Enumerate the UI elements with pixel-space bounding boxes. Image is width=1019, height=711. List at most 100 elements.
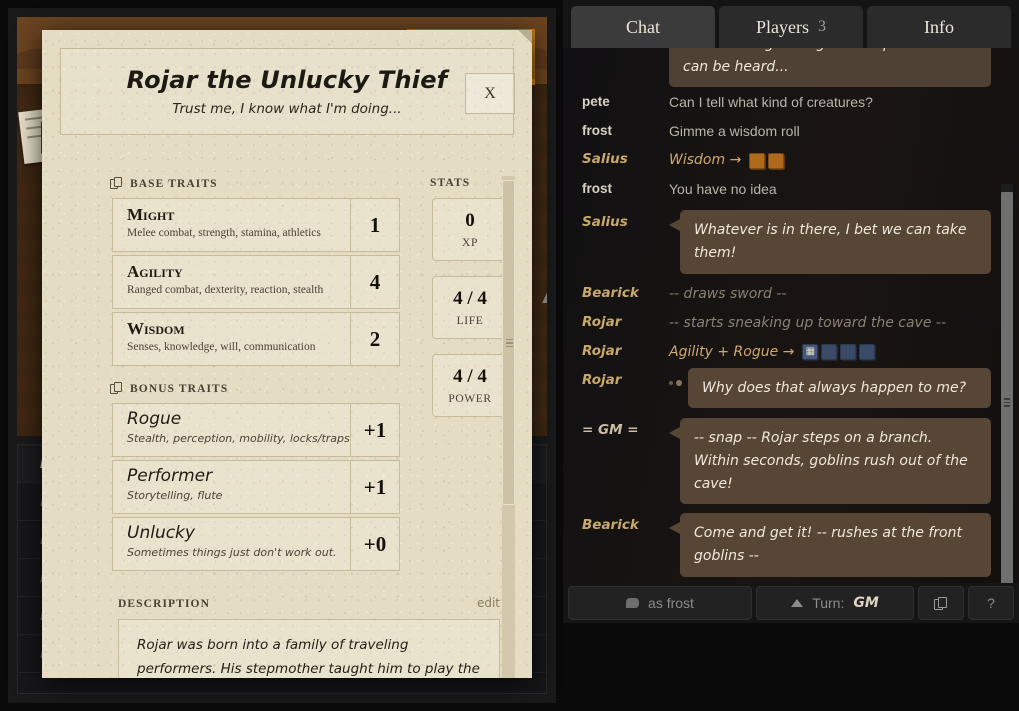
bubble-tail-icon xyxy=(669,427,680,440)
trait-row[interactable]: Performer Storytelling, flute +1 xyxy=(112,460,400,514)
stat-value: 4 / 4 xyxy=(453,288,487,309)
cards-icon xyxy=(110,382,123,395)
trait-value[interactable]: +1 xyxy=(350,403,400,457)
message-roll: Agility + Rogue → ▦ xyxy=(669,339,991,366)
message-bubble: Whatever is in there, I bet we can take … xyxy=(680,210,991,274)
chat-scrollbar-track[interactable] xyxy=(1001,184,1013,583)
chat-action-bar: as frost Turn: GM ? xyxy=(563,583,1019,623)
help-label: ? xyxy=(987,595,995,611)
scrollbar-grip-icon xyxy=(506,338,513,347)
speech-bubble-icon xyxy=(626,598,640,608)
stat-name: POWER xyxy=(448,393,492,405)
turn-value: GM xyxy=(853,595,879,611)
tab-info[interactable]: Info xyxy=(867,6,1011,48)
chat-message: Salius Whatever is in there, I bet we ca… xyxy=(573,210,991,274)
die-orange xyxy=(768,152,785,169)
trait-row[interactable]: Wisdom Senses, knowledge, will, communic… xyxy=(112,312,400,366)
die-blue xyxy=(859,344,876,361)
message-author: Salius xyxy=(582,151,628,168)
sheet-scrollbar-track[interactable] xyxy=(502,176,515,678)
trait-desc: Ranged combat, dexterity, reaction, stea… xyxy=(127,283,324,296)
trait-name: Wisdom xyxy=(127,319,185,338)
trait-info: Wisdom Senses, knowledge, will, communic… xyxy=(112,312,350,366)
right-panel: Chat Players 3 Info within. The growling… xyxy=(563,0,1019,711)
tab-label: Chat xyxy=(626,16,660,37)
tab-players[interactable]: Players 3 xyxy=(719,6,863,48)
chat-scroll-area[interactable]: within. The growling of multiple creatur… xyxy=(563,48,1019,583)
trait-value[interactable]: +0 xyxy=(350,517,400,571)
close-label: X xyxy=(484,84,496,102)
trait-row[interactable]: Unlucky Sometimes things just don't work… xyxy=(112,517,400,571)
message-author: = GM = xyxy=(582,422,639,439)
message-body: Come and get it! -- rushes at the front … xyxy=(669,513,991,577)
message-bubble: Why does that always happen to me? xyxy=(688,367,991,409)
chat-message: Rojar Agility + Rogue → ▦ xyxy=(573,339,991,366)
trait-row[interactable]: Rogue Stealth, perception, mobility, loc… xyxy=(112,403,400,457)
tab-chat[interactable]: Chat xyxy=(571,6,715,48)
base-traits-label-text: BASE TRAITS xyxy=(130,177,218,190)
trait-desc: Senses, knowledge, will, communication xyxy=(127,340,316,353)
character-name: Rojar the Unlucky Thief xyxy=(126,66,448,94)
trait-value[interactable]: 1 xyxy=(350,198,400,252)
description-header: DESCRIPTION edit xyxy=(118,596,500,610)
stat-box-power[interactable]: 4 / 4 POWER xyxy=(432,354,508,417)
bubble-tail-icon xyxy=(669,219,680,232)
trait-desc: Storytelling, flute xyxy=(127,488,223,502)
description-box[interactable]: Rojar was born into a family of travelin… xyxy=(118,619,500,678)
die-blue xyxy=(821,344,838,361)
trait-value[interactable]: +1 xyxy=(350,460,400,514)
dice-group xyxy=(749,152,785,169)
help-button[interactable]: ? xyxy=(968,586,1014,620)
message-text: You have no idea xyxy=(669,181,777,198)
chat-empty-area xyxy=(563,623,1019,711)
trait-info: Might Melee combat, strength, stamina, a… xyxy=(112,198,350,252)
cards-icon xyxy=(934,596,948,610)
chat-message: frost Gimme a wisdom roll xyxy=(573,118,991,145)
stat-box-life[interactable]: 4 / 4 LIFE xyxy=(432,276,508,339)
message-author: frost xyxy=(582,181,612,197)
message-body: Whatever is in there, I bet we can take … xyxy=(669,210,991,274)
description-label: DESCRIPTION xyxy=(118,598,210,610)
edit-description-button[interactable]: edit xyxy=(477,596,500,610)
panel-tabs: Chat Players 3 Info xyxy=(563,0,1019,48)
cards-button[interactable] xyxy=(918,586,964,620)
trait-name: Rogue xyxy=(127,409,182,429)
sheet-scrollbar-thumb[interactable] xyxy=(502,180,515,505)
message-author: frost xyxy=(582,123,612,139)
chat-message: pete Can I tell what kind of creatures? xyxy=(573,89,991,116)
chat-message: Rojar -- starts sneaking up toward the c… xyxy=(573,310,991,337)
speak-as-button[interactable]: as frost xyxy=(568,586,752,620)
trait-info: Rogue Stealth, perception, mobility, loc… xyxy=(112,403,350,457)
close-button[interactable]: X xyxy=(465,73,515,114)
message-author: Bearick xyxy=(582,284,639,301)
cards-icon xyxy=(110,177,123,190)
app-root: Rojar Player 2 Player 3 Player 4 Player … xyxy=(0,0,1019,711)
chat-message: Rojar Why does that always happen to me? xyxy=(573,367,991,409)
triangle-up-icon xyxy=(791,599,804,607)
character-sheet-modal: Rojar the Unlucky Thief Trust me, I know… xyxy=(42,30,532,678)
trait-name: Agility xyxy=(127,262,183,281)
trait-value[interactable]: 2 xyxy=(350,312,400,366)
stat-name: XP xyxy=(462,237,478,249)
chat-message: within. The growling of multiple creatur… xyxy=(573,48,991,88)
message-author: Salius xyxy=(582,214,628,231)
trait-row[interactable]: Might Melee combat, strength, stamina, a… xyxy=(112,198,400,252)
trait-value[interactable]: 4 xyxy=(350,255,400,309)
turn-button[interactable]: Turn: GM xyxy=(756,586,914,620)
base-traits-list: Might Melee combat, strength, stamina, a… xyxy=(112,198,400,369)
message-roll: Wisdom → xyxy=(669,147,991,174)
turn-label: Turn: xyxy=(812,595,845,611)
die-orange xyxy=(749,152,766,169)
message-text: -- starts sneaking up toward the cave -- xyxy=(669,314,947,331)
chat-scrollbar-thumb[interactable] xyxy=(1001,192,1013,583)
tab-label: Players xyxy=(756,16,809,37)
scrollbar-grip-icon xyxy=(1004,398,1010,407)
stat-box-xp[interactable]: 0 XP xyxy=(432,198,508,261)
trait-row[interactable]: Agility Ranged combat, dexterity, reacti… xyxy=(112,255,400,309)
trait-name: Unlucky xyxy=(127,523,195,543)
message-author: Bearick xyxy=(582,517,639,534)
message-bubble: -- snap -- Rojar steps on a branch. With… xyxy=(680,418,991,505)
tab-badge-count: 3 xyxy=(818,18,826,35)
message-body: Why does that always happen to me? xyxy=(669,367,991,409)
chat-message: frost You have no idea xyxy=(573,176,991,203)
